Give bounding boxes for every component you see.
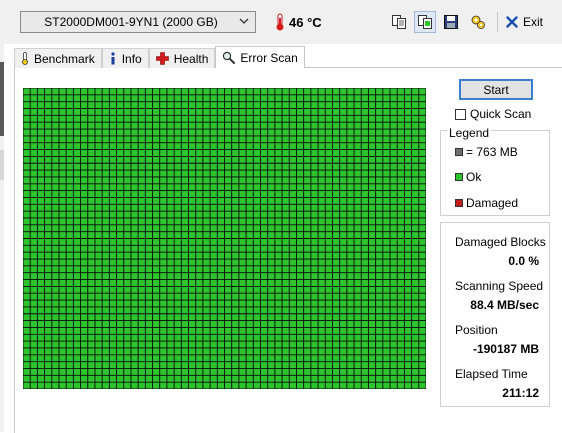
elapsed-time-value: 211:12 [502, 386, 539, 400]
save-icon [444, 15, 458, 29]
options-icon [471, 15, 485, 29]
copy-screenshot-button[interactable] [414, 11, 436, 33]
thermometer-icon [276, 13, 284, 31]
quick-scan-checkbox[interactable] [455, 108, 466, 120]
start-button-label: Start [483, 82, 509, 97]
legend-block-size: = 763 MB [455, 145, 518, 159]
scan-block-grid [23, 88, 426, 389]
legend-ok-label: Ok [466, 170, 482, 184]
scan-block-map [23, 88, 426, 389]
tab-info[interactable]: Info [101, 48, 149, 68]
damaged-blocks-value: 0.0 % [508, 254, 539, 268]
tab-info-label: Info [121, 51, 142, 66]
damaged-swatch [455, 199, 463, 207]
tab-benchmark[interactable]: Benchmark [14, 48, 102, 68]
start-button[interactable]: Start [459, 79, 533, 100]
quick-scan-toggle[interactable]: Quick Scan [455, 107, 531, 121]
tab-health[interactable]: Health [148, 48, 216, 68]
magnifier-icon [223, 51, 236, 64]
tab-error-scan-label: Error Scan [240, 50, 298, 65]
copy-image-icon [418, 15, 432, 29]
legend-block-size-label: = 763 MB [466, 145, 518, 159]
toolbar-separator [497, 12, 498, 32]
block-swatch [455, 148, 463, 156]
quick-scan-label: Quick Scan [470, 107, 532, 121]
chevron-down-icon [239, 18, 249, 24]
background-window-part [0, 150, 4, 180]
temperature-readout: 46 °C [275, 13, 322, 31]
legend-ok: Ok [455, 170, 481, 184]
scanning-speed-label: Scanning Speed [455, 279, 544, 293]
legend-damaged: Damaged [455, 196, 518, 210]
legend-damaged-label: Damaged [466, 196, 519, 210]
legend-group: Legend = 763 MB Ok Damaged [440, 126, 550, 216]
position-label: Position [455, 323, 498, 337]
copy-text-button[interactable] [388, 11, 410, 33]
legend-title: Legend [447, 126, 492, 140]
damaged-blocks-label: Damaged Blocks [455, 235, 546, 249]
options-button[interactable] [467, 11, 489, 33]
scanning-speed-value: 88.4 MB/sec [470, 298, 539, 312]
exit-button[interactable]: Exit [506, 11, 543, 33]
temperature-value: 46 °C [289, 14, 322, 30]
drive-select[interactable]: ST2000DM001-9YN1 (2000 GB) [20, 11, 256, 33]
ok-swatch [455, 173, 463, 181]
exit-label: Exit [523, 15, 544, 29]
tab-error-scan[interactable]: Error Scan [215, 46, 305, 68]
background-window-part [0, 62, 4, 136]
save-button[interactable] [440, 11, 462, 33]
drive-select-value: ST2000DM001-9YN1 (2000 GB) [44, 15, 218, 29]
scan-statistics: Damaged Blocks 0.0 % Scanning Speed 88.4… [440, 222, 550, 407]
copy-icon [392, 15, 406, 29]
position-value: -190187 MB [472, 342, 539, 356]
tab-benchmark-label: Benchmark [34, 51, 95, 66]
background-window-edge [0, 0, 4, 432]
close-icon [506, 16, 518, 28]
toolbar: ST2000DM001-9YN1 (2000 GB) 46 °C Exit [0, 0, 562, 44]
info-icon [111, 52, 115, 65]
tab-bar: Benchmark Info Health Error Scan [14, 46, 305, 68]
elapsed-time-label: Elapsed Time [455, 367, 528, 381]
tab-health-label: Health [173, 51, 209, 66]
thermometer-icon [22, 52, 28, 65]
health-cross-icon [155, 52, 169, 65]
